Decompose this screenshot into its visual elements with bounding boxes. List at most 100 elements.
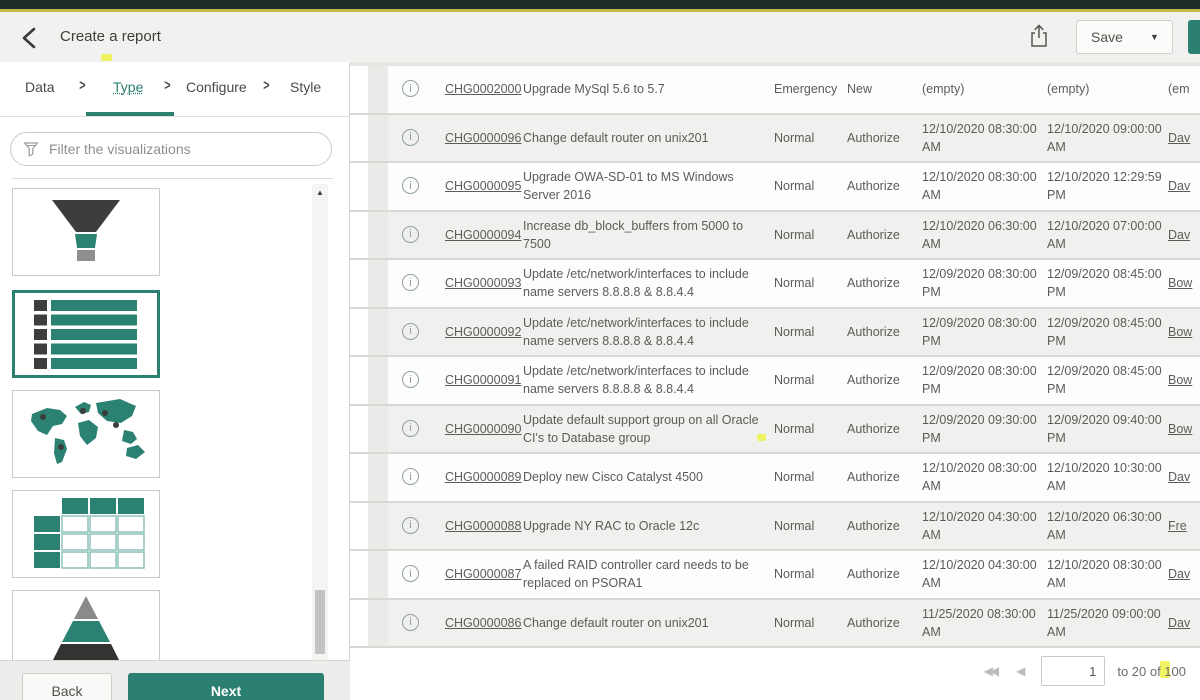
end-date: 12/10/2020 09:00:00 AM	[1047, 115, 1167, 162]
assigned-to-link[interactable]: Dav	[1168, 163, 1200, 210]
change-number-link[interactable]: CHG0000087	[445, 551, 525, 598]
info-icon[interactable]: i	[402, 80, 419, 97]
change-number-link[interactable]: CHG0000095	[445, 163, 525, 210]
back-button[interactable]: Back	[22, 673, 112, 700]
end-date: 12/09/2020 09:40:00 PM	[1047, 406, 1167, 453]
table-row: iCHG0000087A failed RAID controller card…	[350, 551, 1200, 600]
change-number-link[interactable]: CHG0000088	[445, 503, 525, 550]
row-gutter	[368, 503, 388, 550]
save-caret-icon[interactable]: ▼	[1137, 20, 1173, 54]
table-row: i CHG0000094Increase db_block_buffers fro…	[350, 212, 1200, 261]
info-icon[interactable]: i	[402, 177, 419, 194]
start-date: 12/09/2020 08:30:00 PM	[922, 260, 1042, 307]
state-value: Authorize	[847, 454, 921, 501]
info-icon[interactable]: i	[402, 226, 419, 243]
short-description: Upgrade MySql 5.6 to 5.7	[523, 66, 769, 113]
next-button[interactable]: Next	[128, 673, 324, 700]
info-icon[interactable]: i	[402, 468, 419, 485]
panel-scrollbar[interactable]: ▲ ▼	[312, 184, 328, 660]
end-date: 12/09/2020 08:45:00 PM	[1047, 357, 1167, 404]
assigned-to-link[interactable]: Bow	[1168, 309, 1200, 356]
page-number-input[interactable]	[1041, 656, 1105, 686]
change-number-link[interactable]: CHG0002000	[445, 66, 525, 113]
breadcrumb-configure[interactable]: Configure	[186, 79, 247, 95]
assigned-to-link[interactable]: Dav	[1168, 212, 1200, 259]
end-date: 12/09/2020 08:45:00 PM	[1047, 309, 1167, 356]
info-icon[interactable]: i	[402, 323, 419, 340]
table-row: iCHG0000089Deploy new Cisco Catalyst 450…	[350, 454, 1200, 503]
priority-value: Normal	[774, 357, 844, 404]
end-date: 11/25/2020 09:00:00 AM	[1047, 600, 1167, 647]
assigned-to-link[interactable]: Bow	[1168, 406, 1200, 453]
short-description: Upgrade NY RAC to Oracle 12c	[523, 503, 769, 550]
assigned-to-link[interactable]: Dav	[1168, 551, 1200, 598]
report-type-panel: Data > Type > Configure > Style	[0, 62, 350, 660]
assigned-to-link[interactable]: Dav	[1168, 600, 1200, 647]
state-value: Authorize	[847, 163, 921, 210]
start-date: 12/10/2020 04:30:00 AM	[922, 503, 1042, 550]
back-chevron-icon[interactable]	[20, 26, 38, 50]
viz-thumbnail-world-map[interactable]	[12, 390, 160, 478]
viz-thumbnail-pyramid[interactable]	[12, 590, 160, 660]
state-value: Authorize	[847, 115, 921, 162]
save-button[interactable]: Save	[1076, 20, 1138, 54]
info-icon[interactable]: i	[402, 371, 419, 388]
viz-thumbnail-bar-list[interactable]	[12, 290, 160, 378]
first-page-icon[interactable]: ◀◀	[984, 664, 996, 678]
change-number-link[interactable]: CHG0000092	[445, 309, 525, 356]
filter-visualizations-input[interactable]	[47, 140, 311, 158]
info-icon[interactable]: i	[402, 420, 419, 437]
assigned-to-link[interactable]: Dav	[1168, 454, 1200, 501]
short-description: Increase db_block_buffers from 5000 to 7…	[523, 212, 769, 259]
scroll-up-icon[interactable]: ▲	[312, 184, 328, 200]
run-button-clipped[interactable]	[1188, 20, 1200, 54]
priority-value: Normal	[774, 551, 844, 598]
highlight-artifact	[101, 54, 112, 61]
viz-thumbnail-funnel[interactable]	[12, 188, 160, 276]
short-description: Update /etc/network/interfaces to includ…	[523, 260, 769, 307]
priority-value: Normal	[774, 212, 844, 259]
pyramid-chart-icon	[12, 590, 160, 660]
table-row: i CHG0000090Update default support group …	[350, 406, 1200, 455]
start-date: 12/09/2020 08:30:00 PM	[922, 357, 1042, 404]
share-icon[interactable]	[1028, 23, 1052, 51]
assigned-to-link[interactable]: Bow	[1168, 357, 1200, 404]
page-title: Create a report	[60, 28, 161, 45]
change-number-link[interactable]: CHG0000093	[445, 260, 525, 307]
change-number-link[interactable]: CHG0000091	[445, 357, 525, 404]
viz-thumbnail-heatmap[interactable]	[12, 490, 160, 578]
end-date: 12/10/2020 08:30:00 AM	[1047, 551, 1167, 598]
change-number-link[interactable]: CHG0000090	[445, 406, 525, 453]
change-number-link[interactable]: CHG0000096	[445, 115, 525, 162]
assigned-to-link[interactable]: Fre	[1168, 503, 1200, 550]
assigned-to-link[interactable]: Dav	[1168, 115, 1200, 162]
world-map-icon	[12, 390, 160, 478]
short-description: Change default router on unix201	[523, 600, 769, 647]
info-icon[interactable]: i	[402, 565, 419, 582]
change-number-link[interactable]: CHG0000094	[445, 212, 525, 259]
breadcrumb-style[interactable]: Style	[290, 79, 321, 95]
info-icon[interactable]: i	[402, 274, 419, 291]
previous-page-icon[interactable]: ◀	[1016, 664, 1025, 678]
state-value: Authorize	[847, 551, 921, 598]
row-gutter	[368, 115, 388, 162]
start-date: 12/10/2020 08:30:00 AM	[922, 454, 1042, 501]
short-description: Update default support group on all Orac…	[523, 406, 769, 453]
change-number-link[interactable]: CHG0000086	[445, 600, 525, 647]
priority-value: Normal	[774, 454, 844, 501]
info-icon[interactable]: i	[402, 614, 419, 631]
end-date: (empty)	[1047, 66, 1167, 113]
state-value: Authorize	[847, 357, 921, 404]
info-icon[interactable]: i	[402, 129, 419, 146]
breadcrumb-data[interactable]: Data	[25, 79, 55, 95]
info-icon[interactable]: i	[402, 517, 419, 534]
table-row: iCHG0000092Update /etc/network/interface…	[350, 309, 1200, 358]
row-gutter	[368, 600, 388, 647]
change-number-link[interactable]: CHG0000089	[445, 454, 525, 501]
start-date: 12/09/2020 09:30:00 PM	[922, 406, 1042, 453]
breadcrumb-type[interactable]: Type	[113, 79, 143, 95]
assigned-to-link[interactable]: Bow	[1168, 260, 1200, 307]
scrollbar-thumb[interactable]	[315, 590, 325, 654]
table-body: iCHG0002000Upgrade MySql 5.6 to 5.7Emerg…	[350, 66, 1200, 648]
header-bar: Create a report Save ▼	[0, 12, 1200, 63]
